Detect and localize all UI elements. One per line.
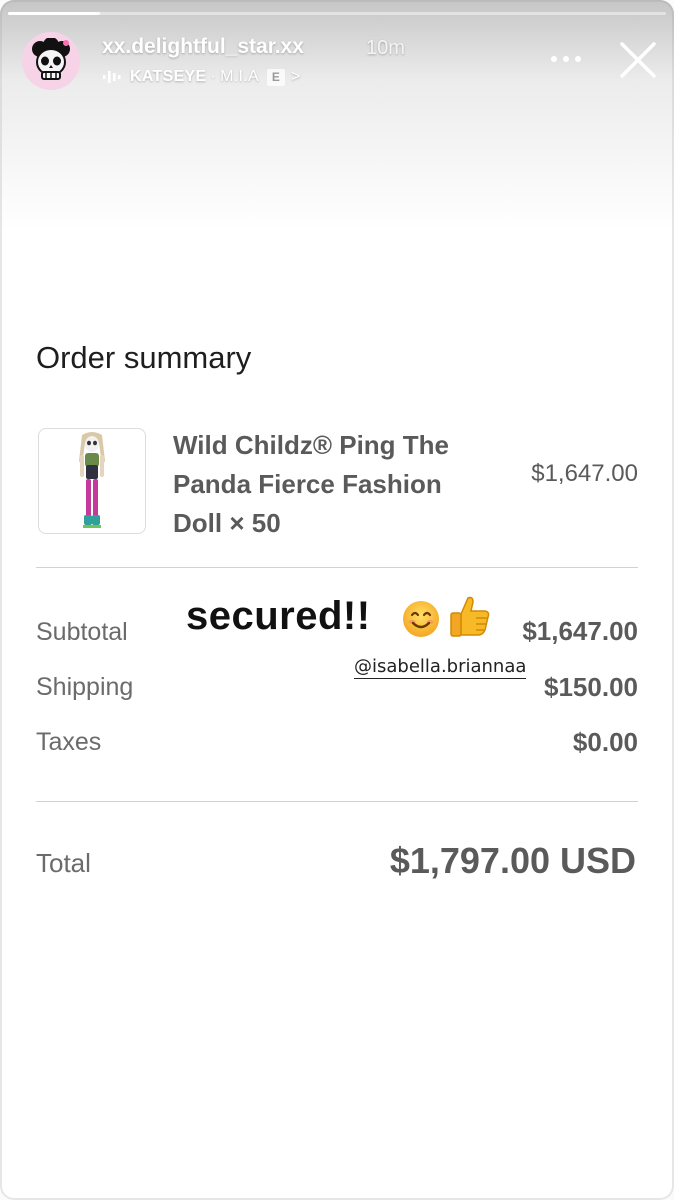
story-time: 10m xyxy=(366,37,405,59)
product-name[interactable]: Wild Childz® Ping The Panda Fierce Fashi… xyxy=(173,426,493,543)
doll-product-image xyxy=(79,432,105,528)
shipping-value: $150.00 xyxy=(544,672,638,702)
skull-avatar-icon xyxy=(32,38,70,80)
divider xyxy=(36,801,638,802)
more-button[interactable] xyxy=(546,44,586,74)
music-song: M.I.A xyxy=(220,68,259,85)
story-username[interactable]: xx.delightful_star.xx xyxy=(102,35,304,59)
total-label: Total xyxy=(36,848,91,878)
music-separator: · xyxy=(210,68,217,85)
music-artist: KATSEYE xyxy=(130,68,207,85)
product-thumbnail xyxy=(38,428,146,534)
order-summary-title: Order summary xyxy=(36,340,252,375)
sticker-text[interactable]: secured!! xyxy=(186,594,371,639)
story-progress-fill xyxy=(8,12,101,15)
taxes-label: Taxes xyxy=(36,728,102,756)
product-price: $1,647.00 xyxy=(531,460,638,487)
music-attribution[interactable]: KATSEYE · M.I.A E > xyxy=(102,67,301,87)
chevron-right-icon: > xyxy=(290,68,301,85)
mention-sticker[interactable]: @isabella.briannaa xyxy=(354,656,527,679)
more-dots-icon xyxy=(551,56,581,62)
divider xyxy=(36,567,638,568)
smiling-face-icon xyxy=(403,601,439,637)
explicit-badge: E xyxy=(266,68,285,86)
avatar[interactable] xyxy=(22,32,80,90)
subtotal-value: $1,647.00 xyxy=(522,616,638,646)
close-button[interactable] xyxy=(614,36,662,84)
audio-bars-icon xyxy=(103,71,121,83)
total-value: $1,797.00 USD xyxy=(389,840,636,881)
story-progress-bar xyxy=(8,12,666,15)
story-frame: Order summary Wild Childz® Ping The Pand… xyxy=(0,0,674,1200)
thumbs-up-icon xyxy=(450,596,490,637)
close-icon xyxy=(620,42,656,78)
subtotal-label: Subtotal xyxy=(36,618,128,646)
taxes-value: $0.00 xyxy=(572,727,638,757)
shipping-label: Shipping xyxy=(36,673,134,701)
